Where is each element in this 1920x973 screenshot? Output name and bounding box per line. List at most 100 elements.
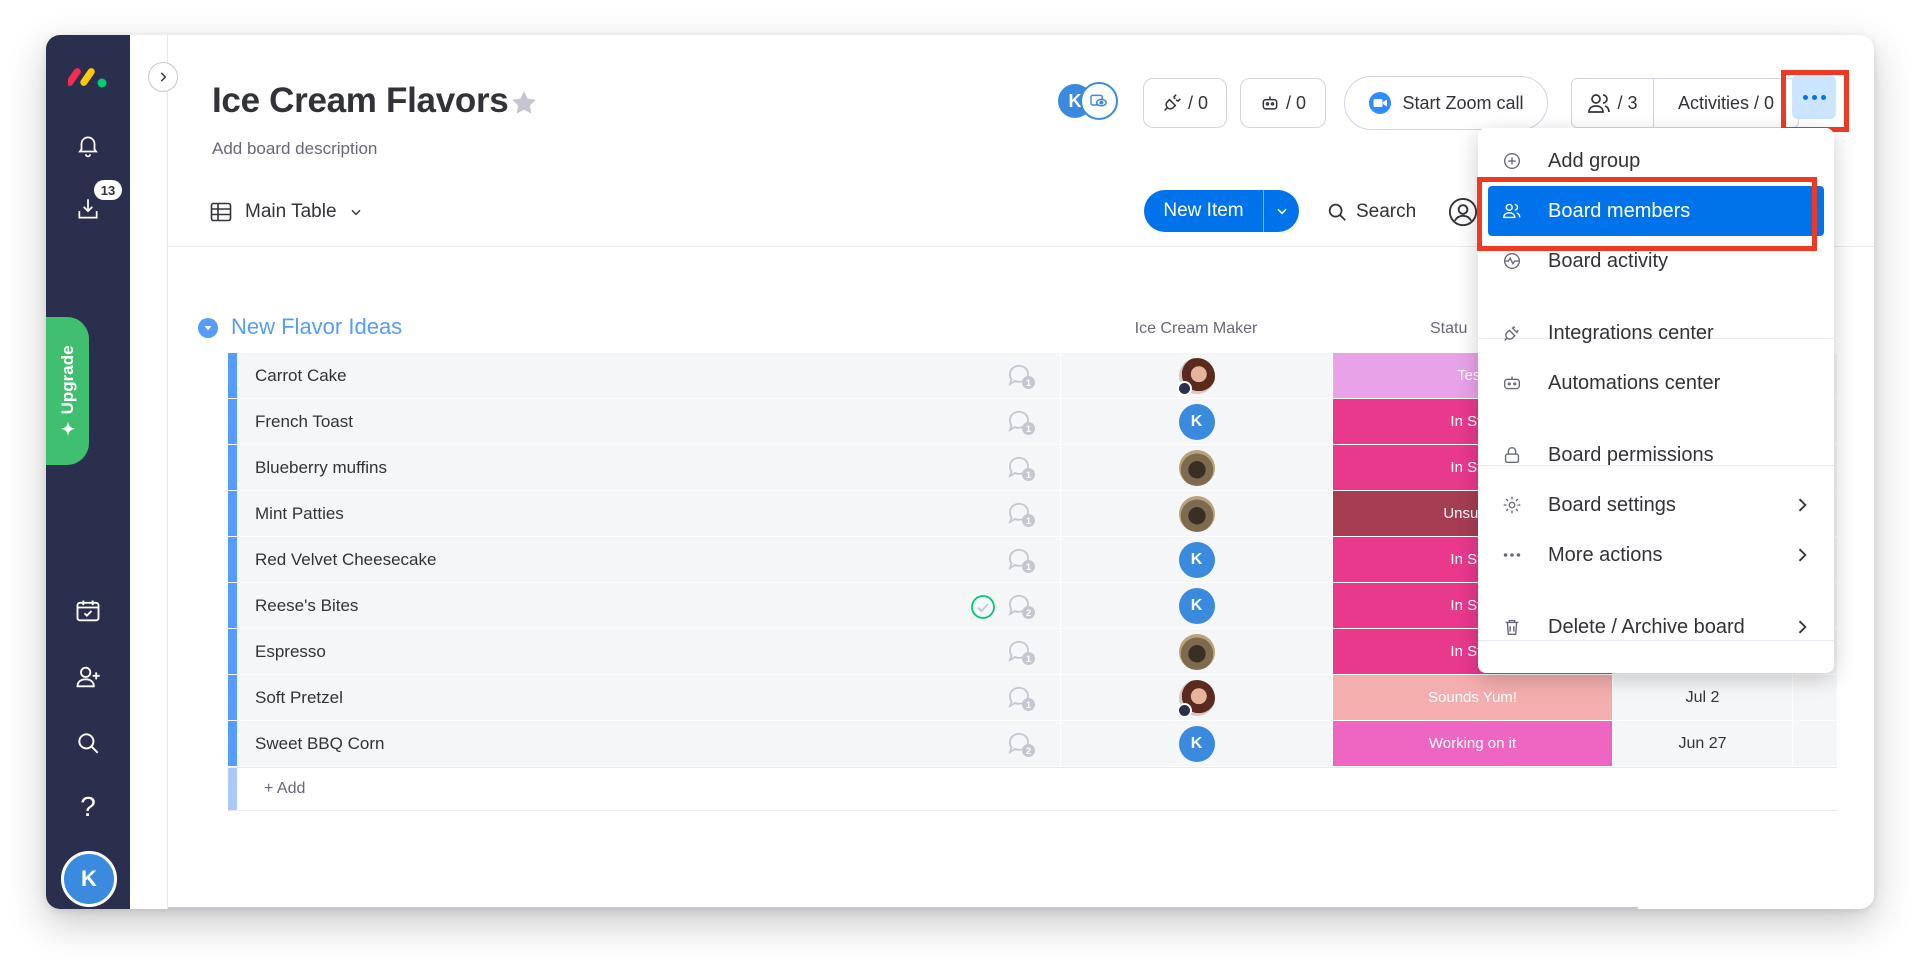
board-description[interactable]: Add board description — [212, 139, 377, 159]
menu-item-automations-center[interactable]: Automations center — [1488, 358, 1824, 408]
maker-cell[interactable] — [1060, 675, 1332, 720]
gear-icon — [1498, 491, 1526, 519]
status-cell[interactable]: Working on it — [1332, 721, 1612, 766]
maker-avatar-photo — [1176, 679, 1215, 718]
integrations-button[interactable]: / 0 — [1143, 78, 1227, 128]
maker-cell[interactable] — [1060, 629, 1332, 674]
view-selector-main-table[interactable]: Main Table — [209, 195, 363, 229]
workspace-strip — [130, 35, 178, 909]
search-icon[interactable] — [68, 723, 108, 763]
automations-count: / 0 — [1285, 92, 1306, 113]
menu-item-label: Delete / Archive board — [1548, 615, 1745, 638]
item-name[interactable]: Sweet BBQ Corn — [255, 721, 384, 766]
maker-cell[interactable] — [1060, 445, 1332, 490]
plug-icon — [1163, 94, 1181, 112]
column-header-ice-cream-maker[interactable]: Ice Cream Maker — [1060, 320, 1332, 338]
menu-item-board-permissions[interactable]: Board permissions — [1488, 430, 1824, 480]
menu-item-more-actions[interactable]: More actions — [1488, 530, 1824, 580]
user-avatar[interactable]: K — [61, 851, 117, 907]
comment-bubble-icon[interactable]: 1 — [1006, 684, 1036, 712]
horizontal-scrollbar[interactable] — [168, 907, 1638, 909]
search-button[interactable]: Search — [1326, 195, 1416, 229]
automations-button[interactable]: / 0 — [1240, 78, 1326, 128]
menu-item-delete-archive-board[interactable]: Delete / Archive board — [1488, 602, 1824, 652]
group-color-bar — [228, 491, 237, 536]
upgrade-button[interactable]: ✦ Upgrade — [46, 317, 89, 465]
status-cell[interactable]: Sounds Yum! — [1332, 675, 1612, 720]
extra-cell[interactable] — [1792, 675, 1837, 720]
favorite-star-icon[interactable] — [509, 88, 539, 118]
comment-bubble-icon[interactable]: 1 — [1006, 362, 1036, 390]
members-activities-group: / 3 Activities / 0 — [1571, 78, 1799, 128]
activities-button[interactable]: Activities / 0 — [1654, 79, 1798, 127]
group-title[interactable]: New Flavor Ideas — [231, 314, 402, 340]
item-name[interactable]: Mint Patties — [255, 491, 344, 536]
item-name[interactable]: Blueberry muffins — [255, 445, 387, 490]
board-title[interactable]: Ice Cream Flavors — [212, 81, 509, 121]
trash-icon — [1498, 613, 1526, 641]
comment-bubble-icon[interactable]: 1 — [1006, 638, 1036, 666]
highlight-board-members — [1477, 177, 1817, 251]
comment-bubble-icon[interactable]: 1 — [1006, 454, 1036, 482]
menu-item-board-settings[interactable]: Board settings — [1488, 480, 1824, 530]
comment-count: 2 — [1022, 744, 1035, 757]
table-row[interactable]: Sweet BBQ Corn 2 K Working on it Jun 27 — [228, 721, 1837, 767]
maker-cell[interactable]: K — [1060, 583, 1332, 628]
invite-member-icon[interactable] — [68, 657, 108, 697]
maker-cell[interactable]: K — [1060, 399, 1332, 444]
my-work-calendar-icon[interactable] — [68, 591, 108, 631]
expand-sidebar-button[interactable] — [148, 62, 178, 92]
comment-bubble-icon[interactable]: 1 — [1006, 500, 1036, 528]
add-item-label: + Add — [264, 780, 306, 797]
item-name[interactable]: Carrot Cake — [255, 353, 347, 398]
comment-bubble-icon[interactable]: 2 — [1006, 730, 1036, 758]
home-badge-icon — [1176, 702, 1192, 718]
table-row[interactable]: Soft Pretzel 1 Sounds Yum! Jul 2 — [228, 675, 1837, 721]
date-cell[interactable]: Jul 2 — [1612, 675, 1792, 720]
item-name[interactable]: Reese's Bites — [255, 583, 358, 628]
new-item-dropdown-button[interactable] — [1263, 190, 1299, 232]
group-color-bar — [228, 768, 237, 810]
menu-item-label: Board activity — [1548, 249, 1669, 272]
comment-count: 1 — [1022, 468, 1035, 481]
menu-item-label: Automations center — [1548, 371, 1721, 394]
item-name[interactable]: Espresso — [255, 629, 326, 674]
comment-bubble-icon[interactable]: 2 — [1006, 592, 1036, 620]
group-collapse-toggle[interactable] — [198, 318, 218, 338]
extra-cell[interactable] — [1792, 721, 1837, 766]
board-subscribers[interactable]: K — [1056, 82, 1118, 122]
maker-cell[interactable] — [1060, 353, 1332, 398]
item-name[interactable]: Red Velvet Cheesecake — [255, 537, 436, 582]
group-color-bar — [228, 445, 237, 490]
add-item-row[interactable]: + Add — [228, 767, 1837, 811]
comment-count: 1 — [1022, 376, 1035, 389]
table-icon — [210, 202, 232, 222]
group-color-bar — [228, 399, 237, 444]
item-name[interactable]: French Toast — [255, 399, 353, 444]
menu-item-integrations-center[interactable]: Integrations center — [1488, 308, 1824, 358]
caret-down-icon — [204, 326, 212, 331]
maker-cell[interactable]: K — [1060, 537, 1332, 582]
maker-avatar: K — [1178, 587, 1215, 624]
date-cell[interactable]: Jun 27 — [1612, 721, 1792, 766]
maker-cell[interactable] — [1060, 491, 1332, 536]
menu-item-label: Board permissions — [1548, 443, 1714, 466]
comment-count: 1 — [1022, 652, 1035, 665]
notifications-bell-icon[interactable] — [68, 125, 108, 165]
maker-cell[interactable]: K — [1060, 721, 1332, 766]
start-zoom-call-button[interactable]: Start Zoom call — [1344, 76, 1548, 130]
invite-members-button[interactable]: / 3 — [1572, 79, 1654, 127]
robot-icon — [1262, 96, 1278, 110]
new-item-button[interactable]: New Item — [1144, 190, 1299, 232]
comment-bubble-icon[interactable]: 1 — [1006, 546, 1036, 574]
monday-logo-icon[interactable] — [68, 63, 110, 91]
person-filter-icon[interactable] — [1448, 197, 1478, 227]
help-icon[interactable]: ? — [68, 787, 108, 827]
plus-circle-icon — [1498, 147, 1526, 175]
screen: 13 ✦ Upgrade ? K Ice Cream Flavors Add b… — [0, 0, 1920, 973]
inbox-count-badge: 13 — [94, 180, 122, 200]
comment-bubble-icon[interactable]: 1 — [1006, 408, 1036, 436]
item-name[interactable]: Soft Pretzel — [255, 675, 343, 720]
people-icon — [1588, 94, 1611, 113]
maker-avatar-photo — [1176, 357, 1215, 396]
